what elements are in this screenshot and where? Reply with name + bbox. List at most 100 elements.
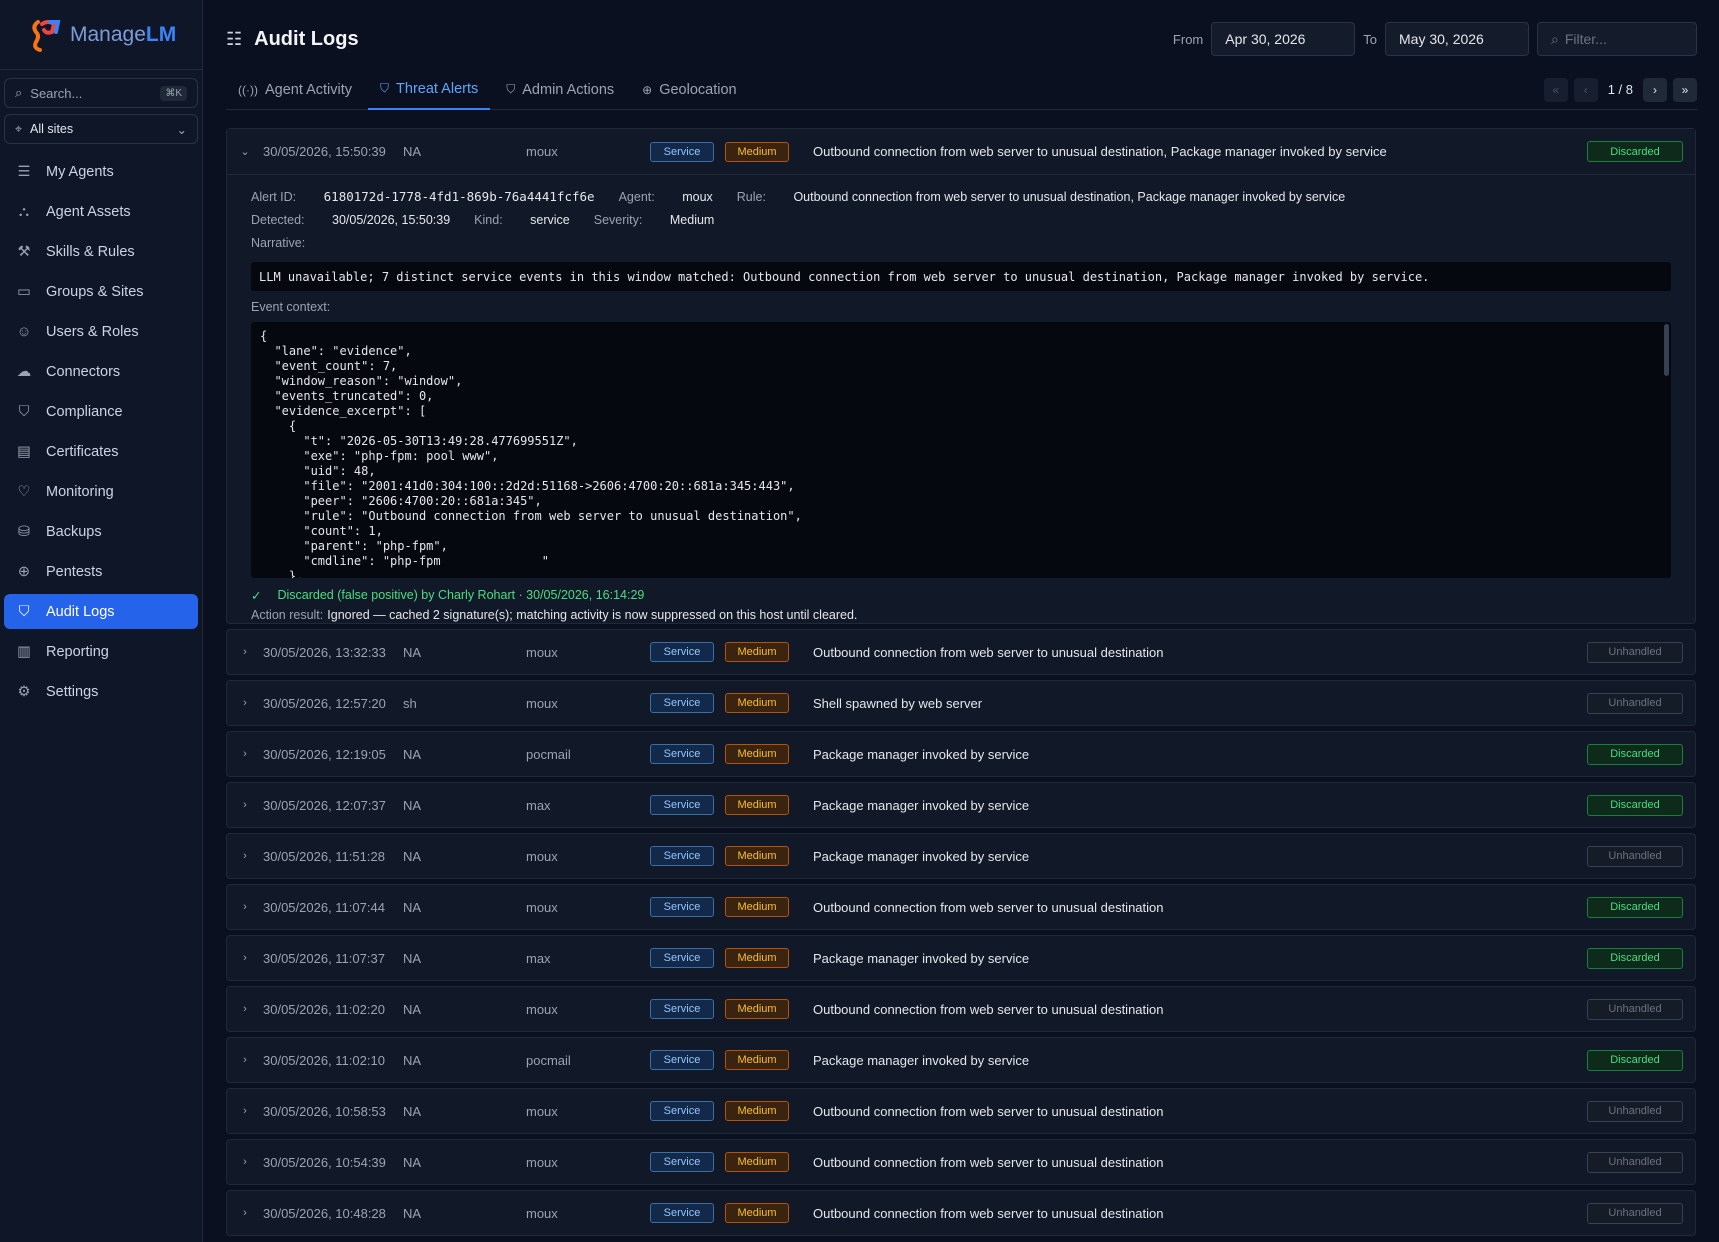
sidebar-item-settings[interactable]: ⚙ Settings: [4, 674, 198, 709]
chevron-right-icon[interactable]: ›: [227, 748, 263, 760]
sidebar-item-label: Compliance: [46, 403, 123, 420]
event-context-label: Event context:: [251, 300, 331, 314]
table-row[interactable]: › 30/05/2026, 11:07:44 NA moux Service Medium…: [226, 884, 1696, 930]
sidebar-item-reporting[interactable]: ▥ Reporting: [4, 634, 198, 669]
sidebar-item-skills-rules[interactable]: ⚒ Skills & Rules: [4, 234, 198, 269]
rule-label: Rule:: [736, 189, 766, 204]
chevron-right-icon[interactable]: ›: [227, 697, 263, 709]
table-row[interactable]: › 30/05/2026, 11:51:28 NA moux Service Medium…: [226, 833, 1696, 879]
scrollbar[interactable]: [1664, 324, 1669, 376]
sidebar-item-groups-sites[interactable]: ▭ Groups & Sites: [4, 274, 198, 309]
kind-badge: Service: [650, 693, 714, 713]
from-date-input[interactable]: Apr 30, 2026: [1211, 22, 1356, 56]
shield-icon: ⛉: [506, 82, 516, 96]
status-badge[interactable]: Discarded: [1587, 896, 1683, 918]
table-row[interactable]: › 30/05/2026, 10:48:28 NA moux Service Medium…: [226, 1190, 1696, 1236]
sidebar-item-users-roles[interactable]: ☺ Users & Roles: [4, 314, 198, 349]
prev-page-icon[interactable]: ‹: [1573, 77, 1598, 102]
last-page-icon[interactable]: »: [1673, 77, 1697, 102]
severity-badge: Medium: [725, 795, 789, 815]
detail-line-2: Detected: 30/05/2026, 15:50:39 Kind: ser…: [251, 208, 1671, 231]
sidebar-item-label: Agent Assets: [46, 203, 131, 220]
sidebar-item-my-agents[interactable]: ☰ My Agents: [4, 154, 198, 189]
alert-agent: moux: [526, 695, 558, 711]
status-badge[interactable]: Discarded: [1587, 743, 1683, 765]
first-page-icon[interactable]: «: [1543, 77, 1568, 102]
chevron-right-icon[interactable]: ›: [227, 799, 263, 811]
chevron-right-icon[interactable]: ›: [227, 1003, 263, 1015]
table-row[interactable]: › 30/05/2026, 12:57:20 sh moux Service Medium…: [226, 680, 1696, 726]
alert-process: NA: [403, 1103, 422, 1119]
alert-rule: Package manager invoked by service: [813, 848, 1030, 864]
page-header: ☷ Audit Logs From Apr 30, 2026 To May 30…: [204, 0, 1719, 78]
logo-mark-icon: [32, 19, 61, 52]
tab-geolocation[interactable]: ⊕ Geolocation: [630, 70, 748, 110]
next-page-icon[interactable]: ›: [1643, 77, 1667, 102]
sidebar-item-label: Groups & Sites: [46, 283, 144, 300]
sidebar: ManageLM ⌕ Search... ⌘K ⌖ All sites ⌄ ☰ M…: [0, 0, 203, 1242]
sidebar-search-input[interactable]: ⌕ Search... ⌘K: [4, 78, 198, 108]
chevron-right-icon[interactable]: ›: [227, 901, 263, 913]
status-badge[interactable]: Unhandled: [1587, 641, 1683, 663]
event-context-code[interactable]: { "lane": "evidence", "event_count": 7, …: [251, 322, 1671, 578]
table-row[interactable]: › 30/05/2026, 13:32:33 NA moux Service Medium…: [226, 629, 1696, 675]
table-row[interactable]: › 30/05/2026, 11:07:37 NA max Service Medium P…: [226, 935, 1696, 981]
filter-input[interactable]: ⌕ Filter...: [1537, 22, 1697, 56]
narrative-text: LLM unavailable; 7 distinct service even…: [251, 262, 1671, 291]
table-row[interactable]: › 30/05/2026, 10:54:39 NA moux Service Medium…: [226, 1139, 1696, 1185]
search-icon: ⌕: [1551, 30, 1559, 47]
status-badge[interactable]: Unhandled: [1587, 692, 1683, 714]
action-result-label: Action result:: [251, 608, 324, 622]
chevron-right-icon[interactable]: ›: [227, 952, 263, 964]
sidebar-item-agent-assets[interactable]: ⛬ Agent Assets: [4, 194, 198, 229]
sidebar-item-certificates[interactable]: ▤ Certificates: [4, 434, 198, 469]
status-badge[interactable]: Unhandled: [1587, 845, 1683, 867]
tab-label: Threat Alerts: [396, 80, 479, 97]
table-row[interactable]: › 30/05/2026, 11:02:10 NA pocmail Service Med…: [226, 1037, 1696, 1083]
tab-threat-alerts[interactable]: ⛉ Threat Alerts: [368, 70, 491, 110]
site-selector[interactable]: ⌖ All sites ⌄: [4, 114, 198, 144]
alert-rule: Outbound connection from web server to u…: [813, 899, 1164, 915]
severity-value: Medium: [669, 212, 715, 227]
sidebar-item-connectors[interactable]: ☁ Connectors: [4, 354, 198, 389]
sidebar-item-pentests[interactable]: ⊕ Pentests: [4, 554, 198, 589]
chevron-right-icon[interactable]: ›: [227, 1156, 263, 1168]
status-badge[interactable]: Unhandled: [1587, 998, 1683, 1020]
table-row[interactable]: ⌄ 30/05/2026, 15:50:39 NA moux Service M…: [227, 129, 1695, 175]
table-row[interactable]: › 30/05/2026, 12:19:05 NA pocmail Service Med…: [226, 731, 1696, 777]
chevron-right-icon[interactable]: ›: [227, 646, 263, 658]
sidebar-item-monitoring[interactable]: ♡ Monitoring: [4, 474, 198, 509]
alert-timestamp: 30/05/2026, 11:07:44: [263, 899, 385, 915]
status-badge[interactable]: Discarded: [1587, 794, 1683, 816]
status-badge[interactable]: Unhandled: [1587, 1151, 1683, 1173]
status-badge[interactable]: Discarded: [1587, 141, 1683, 162]
tab-admin-actions[interactable]: ⛉ Admin Actions: [494, 70, 626, 110]
chevron-down-icon[interactable]: ⌄: [227, 145, 263, 158]
status-badge[interactable]: Unhandled: [1587, 1100, 1683, 1122]
chevron-right-icon[interactable]: ›: [227, 1105, 263, 1117]
event-context-json: { "lane": "evidence", "event_count": 7, …: [260, 329, 802, 578]
chevron-right-icon[interactable]: ›: [227, 850, 263, 862]
shield-icon: ⛉: [18, 603, 30, 620]
table-row[interactable]: › 30/05/2026, 11:02:20 NA moux Service Medium…: [226, 986, 1696, 1032]
alert-agent: moux: [526, 1205, 558, 1221]
audit-log-icon: ☷: [226, 28, 243, 49]
to-date-input[interactable]: May 30, 2026: [1385, 22, 1529, 56]
crosshair-icon: ⊕: [17, 563, 31, 580]
alert-timestamp: 30/05/2026, 15:50:39: [263, 144, 386, 159]
status-badge[interactable]: Discarded: [1587, 1049, 1683, 1071]
chevron-right-icon[interactable]: ›: [227, 1207, 263, 1219]
resolution-text: Discarded (false positive) by Charly Roh…: [277, 588, 645, 602]
table-row[interactable]: › 30/05/2026, 12:07:37 NA max Service Medium P…: [226, 782, 1696, 828]
severity-badge: Medium: [725, 642, 789, 662]
sidebar-item-audit-logs[interactable]: ⛉ Audit Logs: [4, 594, 198, 629]
sidebar-item-compliance[interactable]: ⛉ Compliance: [4, 394, 198, 429]
app-logo[interactable]: ManageLM: [0, 0, 202, 70]
table-row[interactable]: › 30/05/2026, 10:58:53 NA moux Service Medium…: [226, 1088, 1696, 1134]
tab-agent-activity[interactable]: ((·)) Agent Activity: [226, 70, 364, 110]
status-badge[interactable]: Unhandled: [1587, 1202, 1683, 1224]
sidebar-item-backups[interactable]: ⛁ Backups: [4, 514, 198, 549]
chevron-right-icon[interactable]: ›: [227, 1054, 263, 1066]
status-badge[interactable]: Discarded: [1587, 947, 1683, 969]
sidebar-item-label: Connectors: [46, 363, 121, 380]
